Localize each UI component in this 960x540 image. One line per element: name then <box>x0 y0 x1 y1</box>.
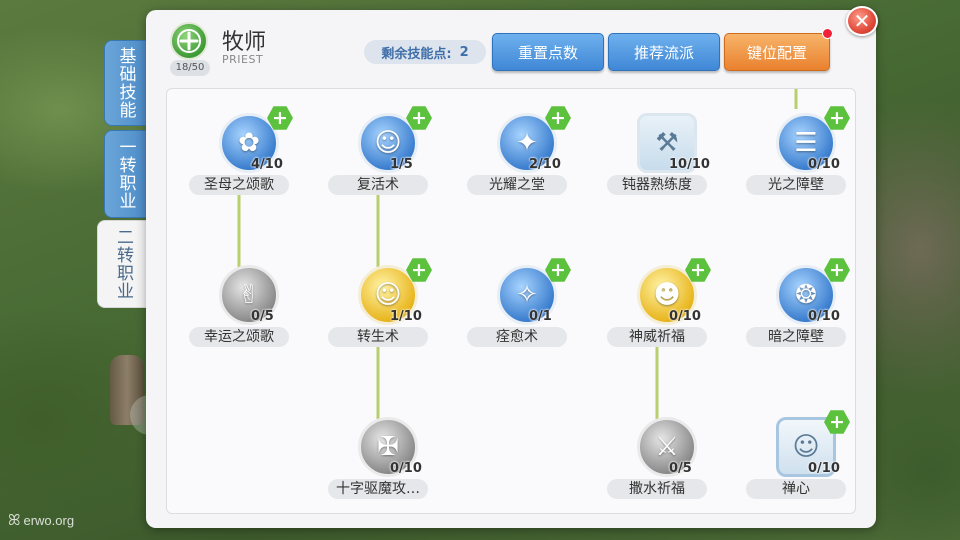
skill-name: 光之障壁 <box>746 175 846 195</box>
skill-node[interactable]: ❂ + 0/10 暗之障壁 <box>736 258 855 375</box>
priest-cross-icon <box>177 29 201 53</box>
tab-basic-skills[interactable]: 基础技能 <box>104 40 148 126</box>
remaining-skill-points: 剩余技能点: 2 <box>364 40 486 64</box>
points-value: 2 <box>459 44 469 60</box>
points-label: 剩余技能点: <box>381 46 452 62</box>
skill-tree: ✿ + 4/10 圣母之颂歌 ☺ + 1/5 复活术 ✦ + 2/10 光耀之堂… <box>166 88 856 514</box>
skill-name: 钝器熟练度 <box>607 175 707 195</box>
close-icon: ✕ <box>853 9 871 33</box>
skill-level: 0/10 <box>808 157 840 172</box>
skill-name: 圣母之颂歌 <box>189 175 289 195</box>
skill-level: 4/10 <box>251 157 283 172</box>
skill-node[interactable]: ☻ + 0/10 神威祈福 <box>597 258 717 375</box>
skill-level: 0/1 <box>529 309 552 324</box>
watermark: ꕤ erwo.org <box>8 512 75 529</box>
skill-name: 撒水祈福 <box>607 479 707 499</box>
tab-second-job[interactable]: 二转职业 <box>97 220 149 308</box>
skill-level: 1/10 <box>390 309 422 324</box>
skill-name: 暗之障壁 <box>746 327 846 347</box>
skill-node[interactable]: ☺ + 1/5 复活术 <box>318 106 438 223</box>
skill-node[interactable]: ✠ 0/10 十字驱魔攻… <box>318 417 438 513</box>
skill-level: 0/5 <box>251 309 274 324</box>
skill-name: 复活术 <box>328 175 428 195</box>
skill-level: 1/5 <box>390 157 413 172</box>
skill-name: 禅心 <box>746 479 846 499</box>
watermark-logo-icon: ꕤ <box>8 512 21 529</box>
skill-node[interactable]: ⚒ 10/10 钝器熟练度 <box>597 113 717 223</box>
skill-node[interactable]: ☰ + 0/10 光之障壁 <box>736 106 855 223</box>
skill-level: 10/10 <box>669 157 710 172</box>
skill-level: 2/10 <box>529 157 561 172</box>
reset-points-button[interactable]: 重置点数 <box>492 33 604 71</box>
recommend-build-button[interactable]: 推荐流派 <box>608 33 720 71</box>
skill-node[interactable]: ✿ + 4/10 圣母之颂歌 <box>179 106 299 223</box>
skill-name: 神威祈福 <box>607 327 707 347</box>
skill-node[interactable]: ⚔ 0/5 撒水祈福 <box>597 417 717 513</box>
skill-level: 0/10 <box>390 461 422 476</box>
skill-node[interactable]: ✦ + 2/10 光耀之堂 <box>457 106 577 223</box>
skill-name: 转生术 <box>328 327 428 347</box>
skill-node[interactable]: ☺ + 1/10 转生术 <box>318 258 438 375</box>
skill-name: 十字驱魔攻… <box>328 479 428 499</box>
skill-node[interactable]: ✧ + 0/1 痊愈术 <box>457 258 577 375</box>
skill-level: 0/10 <box>669 309 701 324</box>
close-button[interactable]: ✕ <box>846 6 878 36</box>
class-level-badge: 18/50 <box>170 60 210 76</box>
class-name: 牧师 <box>222 30 267 55</box>
notification-dot <box>822 28 833 39</box>
tab-first-job[interactable]: 一转职业 <box>104 130 148 218</box>
skill-name: 光耀之堂 <box>467 175 567 195</box>
skill-level: 0/10 <box>808 461 840 476</box>
skill-name: 痊愈术 <box>467 327 567 347</box>
skill-name: 幸运之颂歌 <box>189 327 289 347</box>
skill-level: 0/10 <box>808 309 840 324</box>
skill-panel: 18/50 牧师 PRIEST 剩余技能点: 2 重置点数 推荐流派 键位配置 … <box>146 10 876 528</box>
skill-level: 0/5 <box>669 461 692 476</box>
keybind-config-button[interactable]: 键位配置 <box>724 33 830 71</box>
skill-node[interactable]: ☺ + 0/10 禅心 <box>736 410 855 513</box>
class-subtitle: PRIEST <box>222 53 264 66</box>
class-emblem-icon <box>170 22 208 60</box>
skill-node[interactable]: ✌ 0/5 幸运之颂歌 <box>179 265 299 375</box>
